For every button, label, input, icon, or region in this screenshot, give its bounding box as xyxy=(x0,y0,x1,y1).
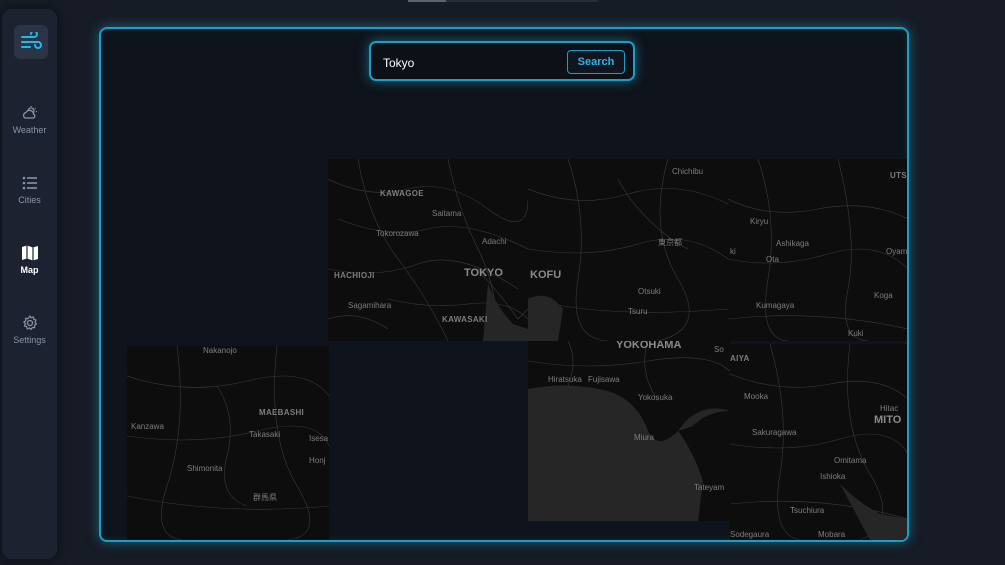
sidebar-item-cities[interactable]: Cities xyxy=(2,175,57,205)
map-label: Tokorozawa xyxy=(376,229,419,238)
map-label: Sagamihara xyxy=(348,301,392,310)
app-logo[interactable] xyxy=(14,25,48,59)
map-label: ki xyxy=(730,247,736,256)
map-tile: ki Kiryu Ashikaga Ota Kumagaya Oyam Koga… xyxy=(728,159,908,341)
map-label: Tsuchiura xyxy=(790,506,825,515)
map-label: KOFU xyxy=(530,269,562,281)
wind-icon xyxy=(21,32,42,49)
map-label: KAWAGOE xyxy=(380,189,424,198)
map-label: Isesa xyxy=(309,434,329,443)
map-label: UTS xyxy=(890,171,907,180)
sidebar-item-settings[interactable]: Settings xyxy=(2,315,57,345)
map-label: Mobara xyxy=(818,530,846,539)
map-label: Takasaki xyxy=(249,430,281,439)
search-bar: Search xyxy=(369,41,635,81)
cloud-sun-icon xyxy=(22,106,37,119)
map-label: Sodegaura xyxy=(730,530,770,539)
map-label: Oyam xyxy=(886,247,908,256)
map-label: Adachi xyxy=(482,237,507,246)
map-label: Ishioka xyxy=(820,472,846,481)
map-label: Kumagaya xyxy=(756,301,795,310)
map-label: Hitac xyxy=(880,404,899,413)
map-tile: YOKOHAMA Hiratsuka Fujisawa Yokosuka Miu… xyxy=(528,341,730,521)
sidebar-item-label: Weather xyxy=(12,125,47,135)
sidebar: Weather Cities Map Settings xyxy=(2,9,57,559)
map-tile: KAWAGOE Saitama Tokorozawa Adachi HACHIO… xyxy=(328,159,528,341)
map-label: Kiryu xyxy=(750,217,769,226)
map-label: AIYA xyxy=(730,354,750,363)
list-icon xyxy=(22,176,37,190)
map-label: Saitama xyxy=(432,209,462,218)
map-label: Nakanojo xyxy=(203,346,237,355)
map-label: 群馬県 xyxy=(253,493,277,502)
map-label: Otsuki xyxy=(638,287,661,296)
map-label: Ashikaga xyxy=(776,239,809,248)
map-label: Mooka xyxy=(744,392,769,401)
map-roads xyxy=(127,346,329,540)
map-label: YOKOHAMA xyxy=(616,341,682,351)
map-label: Chichibu xyxy=(672,167,704,176)
map-tile: Chichibu 東京都 KOFU Otsuki Tsuru xyxy=(528,159,728,341)
map-roads xyxy=(328,159,528,341)
map-label: Miura xyxy=(634,433,655,442)
search-button[interactable]: Search xyxy=(567,50,625,74)
map-label: Ota xyxy=(766,255,779,264)
sidebar-item-map[interactable]: Map xyxy=(2,245,57,275)
search-input[interactable] xyxy=(381,50,565,76)
map-roads xyxy=(528,341,730,521)
map-label: Hiratsuka xyxy=(548,375,582,384)
map-label: Omitama xyxy=(834,456,867,465)
map-label: Kanzawa xyxy=(131,422,164,431)
map-label: TOKYO xyxy=(464,267,503,279)
map-label: So xyxy=(714,345,724,354)
gear-icon xyxy=(22,315,37,331)
sidebar-item-label: Map xyxy=(20,265,39,275)
map-label: Shimonita xyxy=(187,464,223,473)
map-label: Tsuru xyxy=(628,307,648,316)
map-icon xyxy=(21,245,38,261)
map-label: Honj xyxy=(309,456,326,465)
map-label: Kuki xyxy=(848,329,864,338)
map-tile: AIYA Mooka Sakuragawa Omitama Ishioka Ts… xyxy=(730,344,907,540)
map-panel[interactable]: KAWAGOE Saitama Tokorozawa Adachi HACHIO… xyxy=(99,27,909,542)
map-label: Sakuragawa xyxy=(752,428,797,437)
map-roads xyxy=(728,159,907,341)
map-label: Yokosuka xyxy=(638,393,673,402)
map-label: HACHIOJI xyxy=(334,271,375,280)
top-tab-indicator xyxy=(408,0,598,2)
map-label: MAEBASHI xyxy=(259,408,305,417)
map-label: Koga xyxy=(874,291,893,300)
map-label: Tateyam xyxy=(694,483,725,492)
sidebar-item-label: Cities xyxy=(18,195,41,205)
sidebar-item-label: Settings xyxy=(13,335,46,345)
map-label: 東京都 xyxy=(658,238,682,247)
map-label: KAWASAKI xyxy=(442,315,488,324)
map-label: MITO xyxy=(874,414,902,426)
map-tile: Nakanojo MAEBASHI Kanzawa Takasaki Isesa… xyxy=(127,346,329,540)
sidebar-item-weather[interactable]: Weather xyxy=(2,105,57,135)
top-tab-indicator-active xyxy=(408,0,446,2)
map-label: Fujisawa xyxy=(588,375,620,384)
